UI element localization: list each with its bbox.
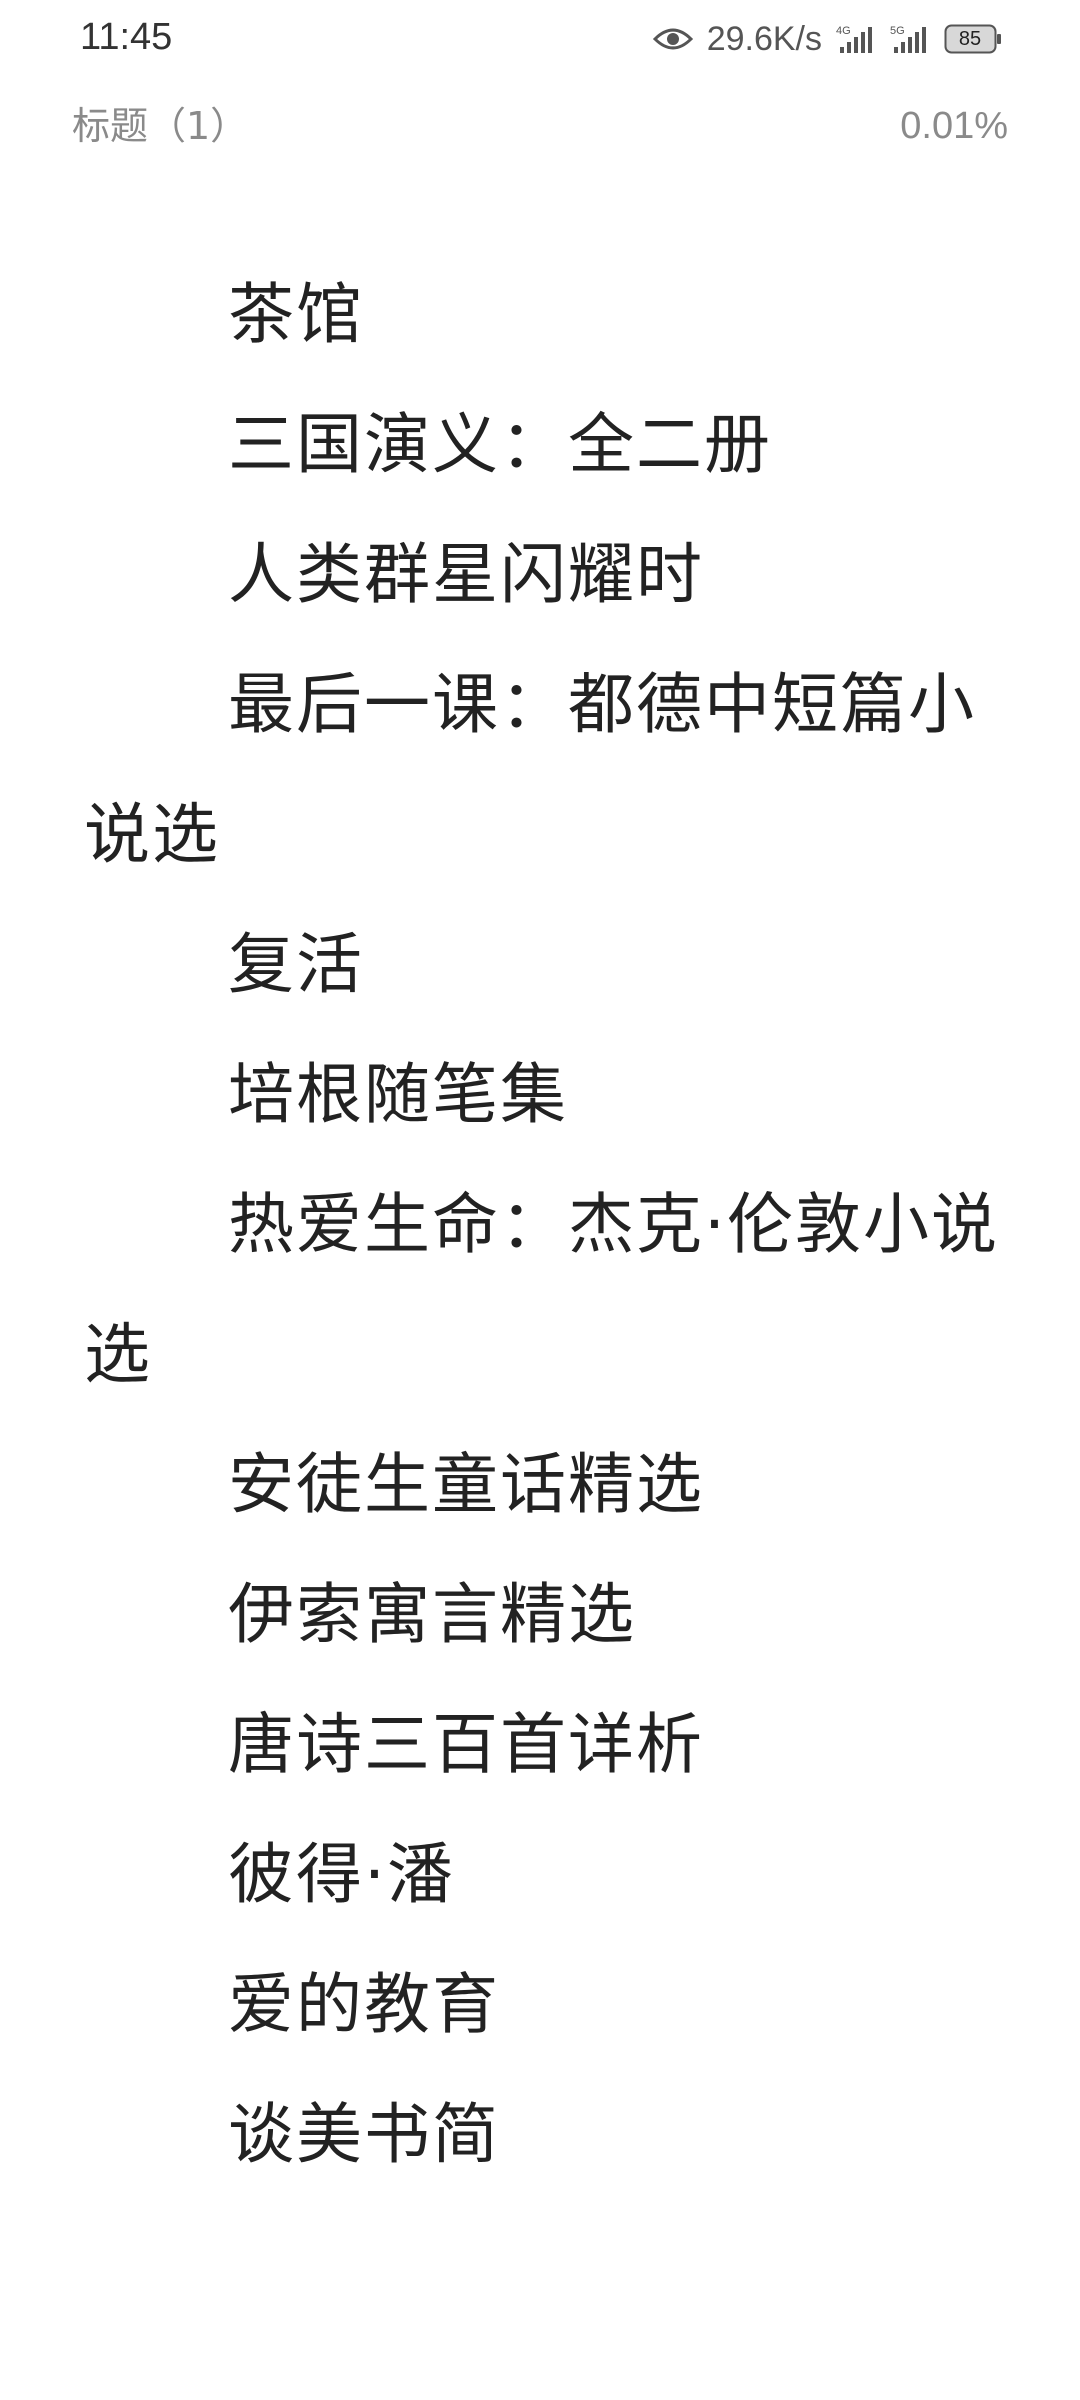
status-icons: 29.6K/s 4G 5G 85 — [652, 14, 1002, 64]
paragraph: 爱的教育 — [228, 1966, 500, 2043]
network-speed: 29.6K/s — [706, 19, 822, 58]
svg-text:4G: 4G — [836, 25, 851, 37]
chapter-title: 标题（1） — [72, 104, 249, 148]
reading-progress: 0.01% — [900, 105, 1008, 147]
paragraph: 复活 — [228, 926, 364, 1003]
paragraph: 最后一课：都德中短篇小说选 — [84, 666, 976, 873]
paragraph: 人类群星闪耀时 — [228, 536, 704, 613]
paragraph: 伊索寓言精选 — [228, 1576, 636, 1653]
reading-content[interactable]: 茶馆 三国演义：全二册 人类群星闪耀时 最后一课：都德中短篇小说选 复活 培根随… — [84, 250, 1004, 2200]
paragraph: 三国演义：全二册 — [228, 406, 772, 483]
svg-text:5G: 5G — [890, 25, 905, 37]
signal-5g-icon: 5G — [890, 23, 930, 55]
paragraph: 热爱生命：杰克·伦敦小说选 — [84, 1186, 999, 1393]
reader-header: 标题（1） 0.01% — [72, 96, 1008, 156]
status-bar: 11:45 29.6K/s 4G 5G 85 — [0, 0, 1080, 80]
paragraph: 茶馆 — [228, 276, 364, 353]
signal-4g-icon: 4G — [836, 23, 876, 55]
paragraph: 培根随笔集 — [228, 1056, 568, 1133]
paragraph: 彼得·潘 — [228, 1836, 455, 1913]
paragraph: 安徒生童话精选 — [228, 1446, 704, 1523]
paragraph: 谈美书简 — [228, 2096, 500, 2173]
eye-icon — [652, 25, 693, 53]
paragraph: 唐诗三百首详析 — [228, 1706, 704, 1783]
battery-level: 85 — [958, 28, 982, 50]
battery-icon: 85 — [944, 24, 1002, 54]
status-time: 11:45 — [80, 16, 173, 58]
